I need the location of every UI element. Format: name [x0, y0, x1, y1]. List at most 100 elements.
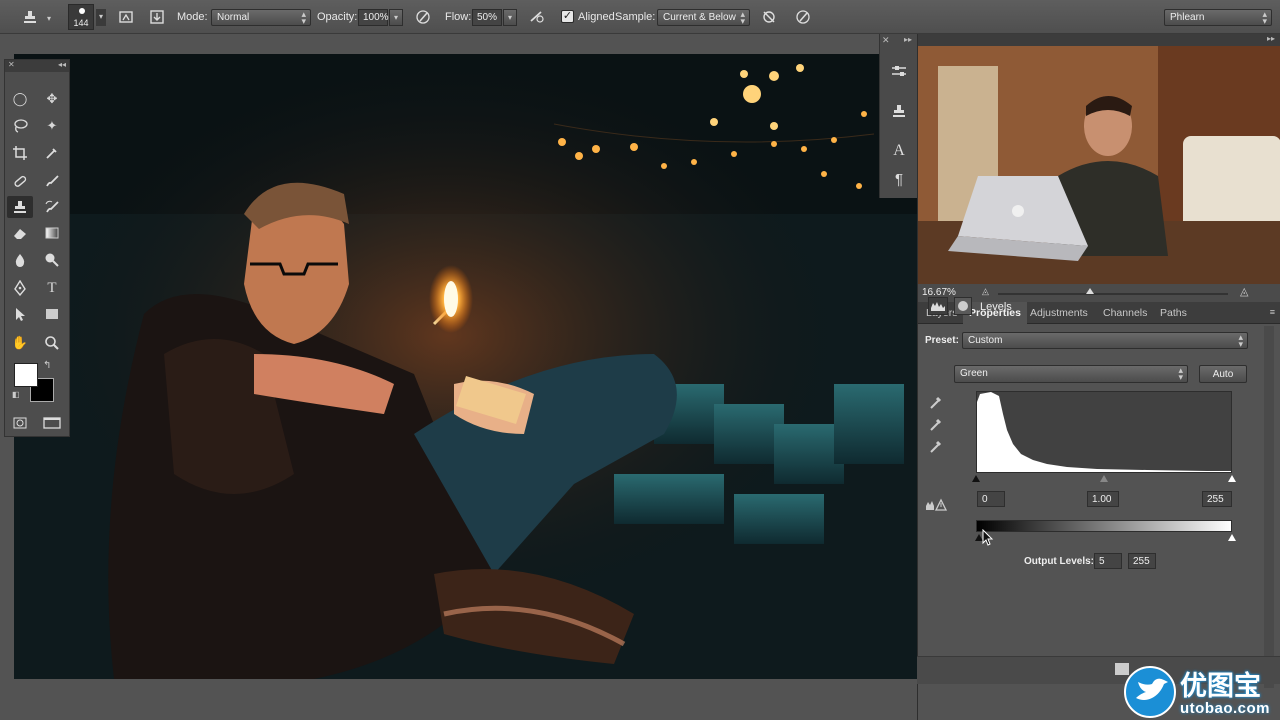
properties-title: Levels: [980, 301, 1012, 313]
zoom-out-icon[interactable]: ◬: [982, 286, 989, 297]
collapse-icon[interactable]: ▸▸: [1267, 34, 1275, 43]
navigator-thumbnail[interactable]: [918, 46, 1280, 284]
panel-menu-icon[interactable]: ≡: [1270, 307, 1275, 317]
lasso-icon[interactable]: [7, 115, 33, 137]
eraser-icon[interactable]: [7, 222, 33, 244]
pressure-size-icon[interactable]: [793, 7, 813, 27]
watermark: 优图宝 utobao.com: [1120, 660, 1280, 720]
auto-button[interactable]: Auto: [1199, 365, 1247, 383]
watermark-url: utobao.com: [1180, 700, 1270, 717]
select-arrows-icon: ▴ ▾: [1262, 9, 1267, 26]
black-point-eyedropper-icon[interactable]: [928, 393, 944, 414]
input-gamma-slider[interactable]: [1100, 475, 1108, 482]
healing-brush-icon[interactable]: [7, 170, 33, 192]
screen-mode-icon[interactable]: [39, 412, 65, 434]
eyedropper-icon[interactable]: [39, 142, 65, 164]
rectangle-icon[interactable]: [39, 303, 65, 325]
tab-adjustments[interactable]: Adjustments: [1024, 302, 1094, 324]
crop-icon[interactable]: [7, 142, 33, 164]
expand-icon[interactable]: ▸▸: [904, 35, 912, 44]
zoom-in-icon[interactable]: ◬: [1240, 285, 1248, 298]
brush-panel-icon[interactable]: [116, 7, 136, 27]
close-icon[interactable]: ✕: [882, 35, 890, 46]
paragraph-panel-icon[interactable]: ¶: [886, 168, 912, 190]
blur-icon[interactable]: [7, 249, 33, 271]
preset-select[interactable]: Custom ▴ ▾: [962, 332, 1248, 349]
type-icon[interactable]: T: [39, 277, 65, 299]
channel-value: Green: [960, 368, 988, 379]
panel-scrollbar[interactable]: [1264, 326, 1274, 688]
gradient-icon[interactable]: [39, 222, 65, 244]
move-icon[interactable]: ✥: [39, 88, 65, 110]
output-gradient: [976, 520, 1232, 532]
tab-channels[interactable]: Channels: [1097, 302, 1153, 324]
workspace-select[interactable]: Phlearn ▴ ▾: [1164, 9, 1272, 26]
brush-presets-icon[interactable]: [886, 60, 912, 82]
opacity-slider-toggle[interactable]: ▾: [389, 9, 403, 26]
output-white-field[interactable]: 255: [1128, 553, 1156, 569]
input-white-field[interactable]: 255: [1202, 491, 1232, 507]
levels-adjustment-icon[interactable]: [928, 297, 948, 315]
mask-circle-icon: [958, 301, 968, 311]
collapse-icon[interactable]: ◂◂: [58, 60, 66, 69]
mode-label: Mode:: [177, 11, 208, 23]
layer-mask-icon[interactable]: [954, 297, 972, 315]
quick-mask-icon[interactable]: [7, 412, 33, 434]
tab-paths[interactable]: Paths: [1154, 302, 1193, 324]
brush-size-value: 144: [73, 18, 89, 28]
path-selection-icon[interactable]: [7, 303, 33, 325]
channel-select[interactable]: Green ▴ ▾: [954, 365, 1188, 383]
zoom-icon[interactable]: [39, 332, 65, 354]
select-arrows-icon: ▴ ▾: [301, 9, 306, 26]
clone-source-panel-icon[interactable]: [886, 100, 912, 122]
hand-icon[interactable]: ✋: [7, 332, 33, 354]
output-white-slider[interactable]: [1228, 534, 1236, 541]
dodge-icon[interactable]: [39, 249, 65, 271]
zoom-slider-handle[interactable]: [1086, 288, 1094, 294]
select-arrows-icon: ▴ ▾: [1178, 365, 1183, 382]
input-black-slider[interactable]: [972, 475, 980, 482]
close-icon[interactable]: ✕: [8, 60, 15, 69]
brush-size-picker[interactable]: 144: [68, 4, 94, 30]
bird-logo-icon: [1124, 666, 1176, 718]
magic-wand-icon[interactable]: ✦: [39, 115, 65, 137]
gray-point-eyedropper-icon[interactable]: [928, 415, 944, 436]
document-canvas[interactable]: [14, 54, 917, 679]
clone-stamp-preset-icon[interactable]: [20, 7, 40, 27]
flow-slider-toggle[interactable]: ▾: [503, 9, 517, 26]
clone-source-icon[interactable]: [147, 7, 167, 27]
brush-icon[interactable]: [39, 170, 65, 192]
default-colors-icon[interactable]: ◧: [12, 390, 20, 399]
input-white-slider[interactable]: [1228, 475, 1236, 482]
foreground-color-swatch-top[interactable]: [14, 363, 38, 387]
navigator-bar: 16.67% ◬ ◬: [918, 284, 1280, 302]
workspace-value: Phlearn: [1170, 12, 1205, 23]
mode-select[interactable]: Normal ▴ ▾: [211, 9, 311, 26]
clone-stamp-icon[interactable]: [7, 196, 33, 218]
pen-icon[interactable]: [7, 277, 33, 299]
brush-chevron-icon[interactable]: ▾: [96, 9, 106, 26]
input-gamma-field[interactable]: 1.00: [1087, 491, 1119, 507]
preset-value: Custom: [968, 335, 1003, 346]
watermark-name: 优图宝: [1180, 671, 1261, 702]
white-point-eyedropper-icon[interactable]: [928, 437, 944, 458]
sample-select[interactable]: Current & Below ▴ ▾: [657, 9, 750, 26]
swap-colors-icon[interactable]: ↰: [43, 360, 51, 371]
aligned-label: Aligned: [578, 11, 615, 23]
character-panel-icon[interactable]: A: [886, 140, 912, 162]
pressure-opacity-icon[interactable]: [413, 7, 433, 27]
ignore-adjustment-layers-icon[interactable]: [759, 7, 779, 27]
clipping-warning-icon[interactable]: [925, 497, 948, 514]
airbrush-icon[interactable]: [527, 7, 547, 27]
preset-chevron-icon[interactable]: ▾: [47, 14, 51, 23]
input-black-field[interactable]: 0: [977, 491, 1005, 507]
aligned-checkbox[interactable]: ✓: [561, 10, 574, 23]
output-black-field[interactable]: 5: [1094, 553, 1122, 569]
panel-tabs: Layers Properties Adjustments Channels P…: [918, 302, 1280, 324]
opacity-input[interactable]: 100%: [358, 9, 389, 26]
marquee-icon[interactable]: ◯: [7, 88, 33, 110]
zoom-slider[interactable]: [998, 293, 1228, 295]
history-brush-icon[interactable]: [39, 196, 65, 218]
photo-man-lighting-match: [14, 54, 917, 679]
flow-input[interactable]: 50%: [472, 9, 502, 26]
